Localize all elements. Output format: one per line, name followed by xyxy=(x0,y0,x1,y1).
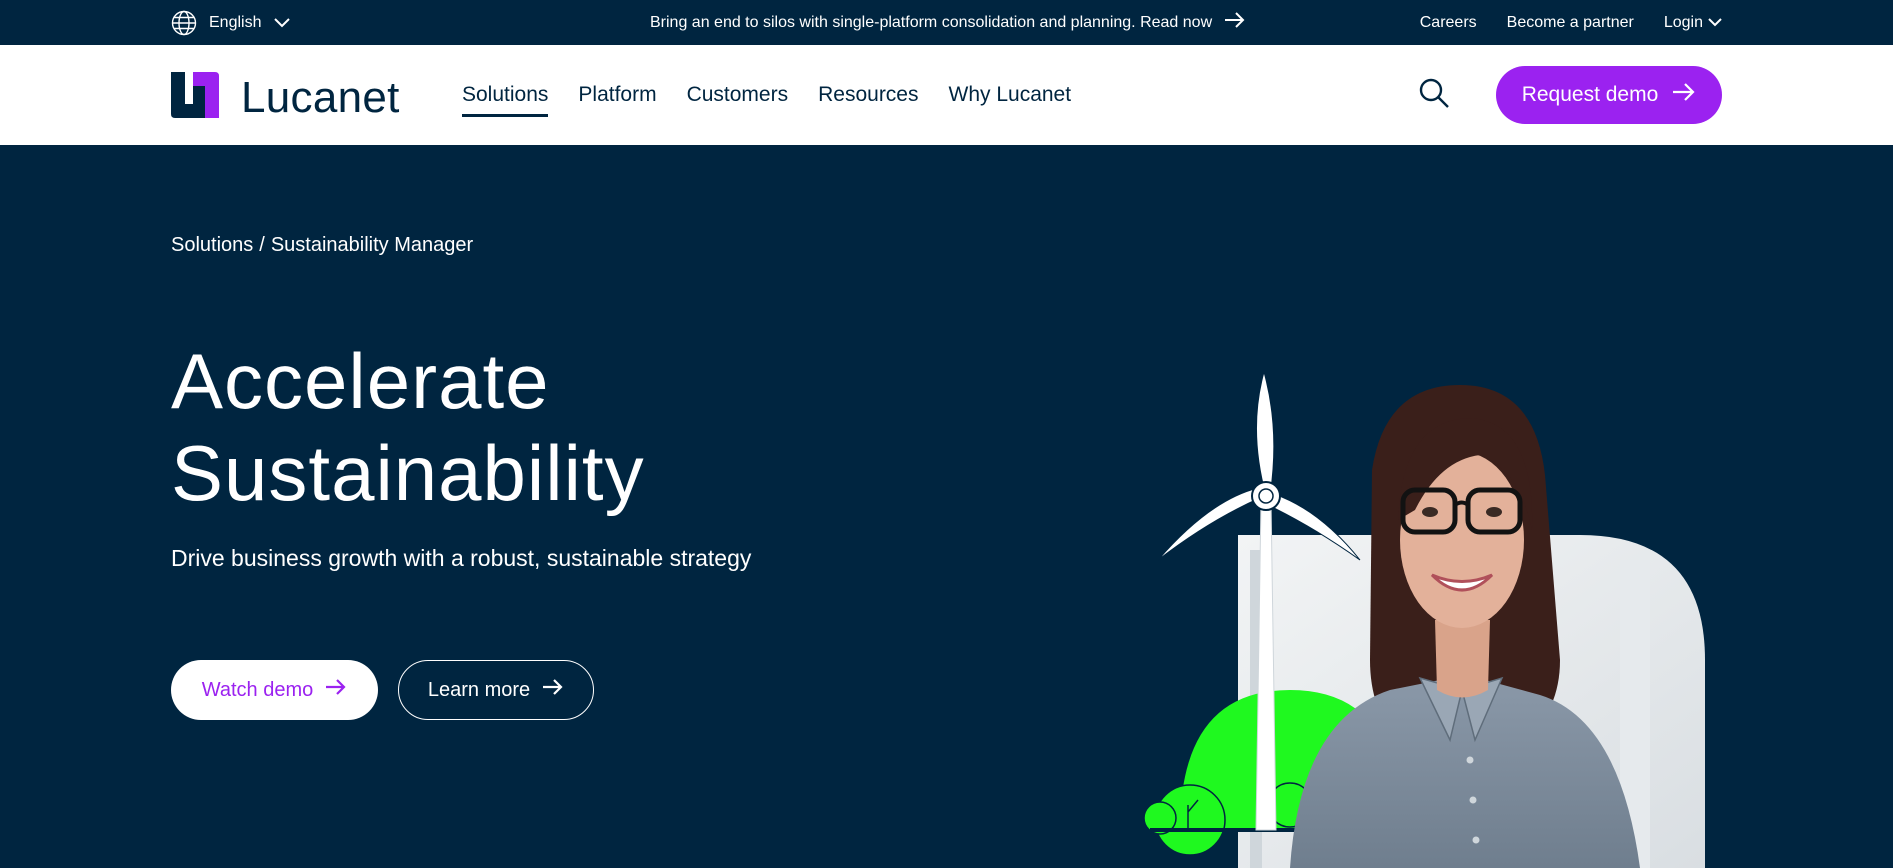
nav-menu: Solutions Platform Customers Resources W… xyxy=(462,45,1071,145)
page-title: Accelerate Sustainability xyxy=(171,335,645,519)
title-line-2: Sustainability xyxy=(171,429,645,517)
hero-illustration xyxy=(1140,360,1740,868)
lucanet-logo-icon xyxy=(171,72,219,123)
breadcrumb-solutions[interactable]: Solutions xyxy=(171,234,253,257)
announcement-text: Bring an end to silos with single-platfo… xyxy=(650,13,1213,31)
utility-links: Careers Become a partner Login xyxy=(1420,0,1723,45)
careers-link[interactable]: Careers xyxy=(1420,14,1477,32)
breadcrumb: Solutions / Sustainability Manager xyxy=(171,234,473,257)
language-selector[interactable]: English xyxy=(171,0,291,45)
hero-subtitle: Drive business growth with a robust, sus… xyxy=(171,545,752,571)
login-menu[interactable]: Login xyxy=(1664,14,1723,32)
watch-demo-label: Watch demo xyxy=(201,678,314,701)
become-partner-link[interactable]: Become a partner xyxy=(1507,14,1634,32)
watch-demo-button[interactable]: Watch demo xyxy=(171,660,378,720)
request-demo-button[interactable]: Request demo xyxy=(1496,66,1722,124)
breadcrumb-current: Sustainability Manager xyxy=(270,234,474,256)
announcement-link[interactable]: Bring an end to silos with single-platfo… xyxy=(650,0,1246,45)
top-bar: English Bring an end to silos with singl… xyxy=(0,0,1893,45)
learn-more-label: Learn more xyxy=(427,678,531,701)
breadcrumb-separator: / xyxy=(259,234,265,256)
brand-name: Lucanet xyxy=(241,72,400,122)
globe-icon xyxy=(171,10,197,36)
learn-more-button[interactable]: Learn more xyxy=(398,660,594,720)
chevron-down-icon xyxy=(1707,17,1723,28)
nav-item-why-lucanet[interactable]: Why Lucanet xyxy=(949,77,1072,113)
login-label: Login xyxy=(1663,13,1703,31)
main-navigation: Lucanet Solutions Platform Customers Res… xyxy=(0,45,1893,145)
title-line-1: Accelerate xyxy=(171,337,550,425)
arrow-right-icon xyxy=(325,678,347,702)
nav-item-customers[interactable]: Customers xyxy=(687,77,789,113)
request-demo-label: Request demo xyxy=(1521,83,1659,106)
nav-item-resources[interactable]: Resources xyxy=(818,77,918,113)
arrow-right-icon xyxy=(1224,11,1246,34)
brand-logo[interactable]: Lucanet xyxy=(171,72,400,123)
arrow-right-icon xyxy=(1672,82,1696,108)
chevron-down-icon xyxy=(273,17,291,29)
search-icon[interactable] xyxy=(1418,77,1452,116)
nav-item-solutions[interactable]: Solutions xyxy=(462,77,549,117)
nav-item-platform[interactable]: Platform xyxy=(578,77,656,113)
language-label: English xyxy=(209,13,262,31)
arrow-right-icon xyxy=(542,678,564,702)
